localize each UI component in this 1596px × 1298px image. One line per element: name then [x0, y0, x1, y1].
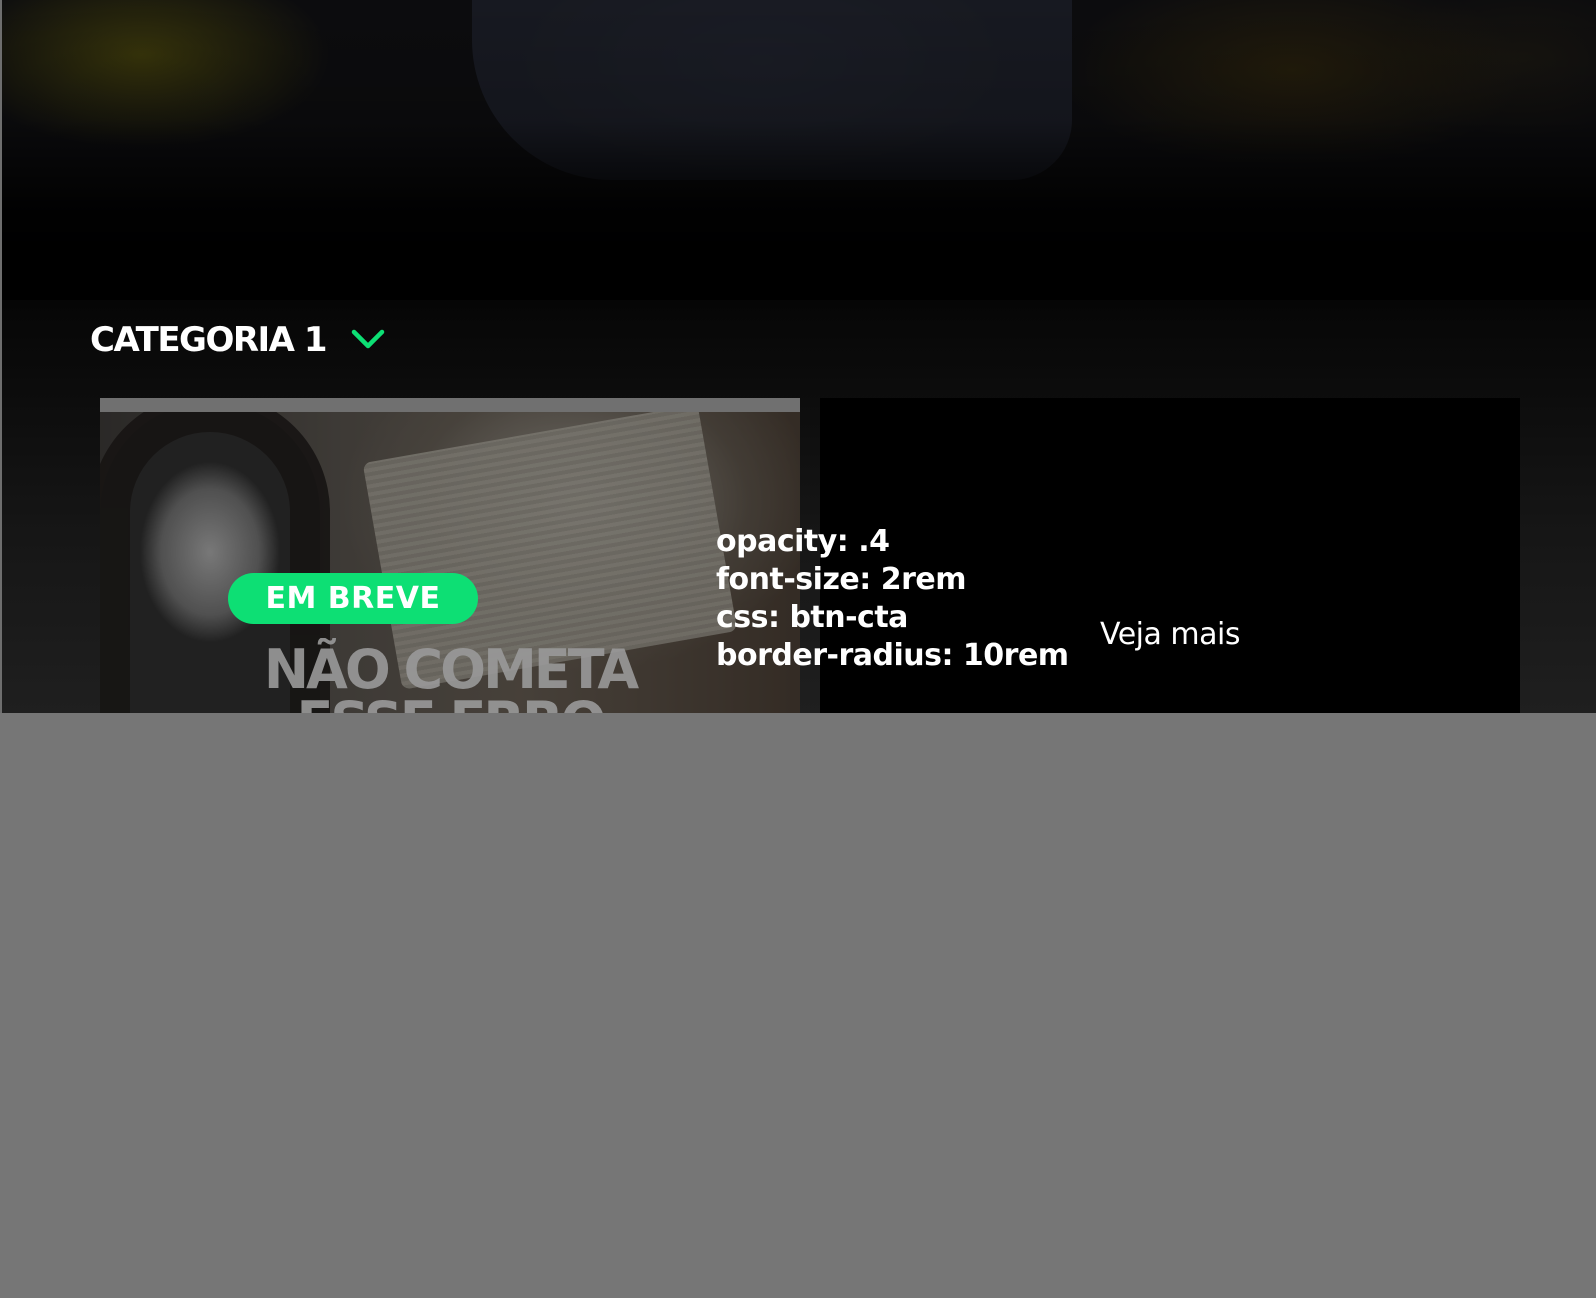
course-card[interactable]: NÃO COMETA ESSE ERRO [100, 398, 800, 713]
note-line: css: btn-cta [716, 600, 908, 635]
gray-backdrop [0, 713, 1596, 1298]
thumbnail-headline: NÃO COMETA ESSE ERRO [100, 638, 800, 714]
style-notes: opacity: .4 font-size: 2rem css: btn-cta… [716, 523, 1069, 675]
note-line: font-size: 2rem [716, 562, 966, 597]
category-header[interactable]: CATEGORIA 1 [90, 322, 386, 358]
veja-mais-link[interactable]: Veja mais [1100, 617, 1240, 652]
hero-banner [2, 0, 1596, 300]
note-line: opacity: .4 [716, 524, 890, 559]
hero-fade-overlay [2, 0, 1596, 300]
course-thumbnail: NÃO COMETA ESSE ERRO [100, 412, 800, 713]
chevron-down-icon[interactable] [350, 322, 386, 358]
category-title: CATEGORIA 1 [90, 320, 328, 360]
note-line: border-radius: 10rem [716, 638, 1069, 673]
em-breve-button[interactable]: EM BREVE [228, 573, 478, 624]
category-section: CATEGORIA 1 NÃO COMETA ESSE ERRO EM BREV… [2, 0, 1596, 713]
headline-line-2: ESSE ERRO [100, 695, 800, 714]
headline-line-1: NÃO COMETA [263, 638, 639, 701]
page: CATEGORIA 1 NÃO COMETA ESSE ERRO EM BREV… [0, 0, 1596, 1298]
